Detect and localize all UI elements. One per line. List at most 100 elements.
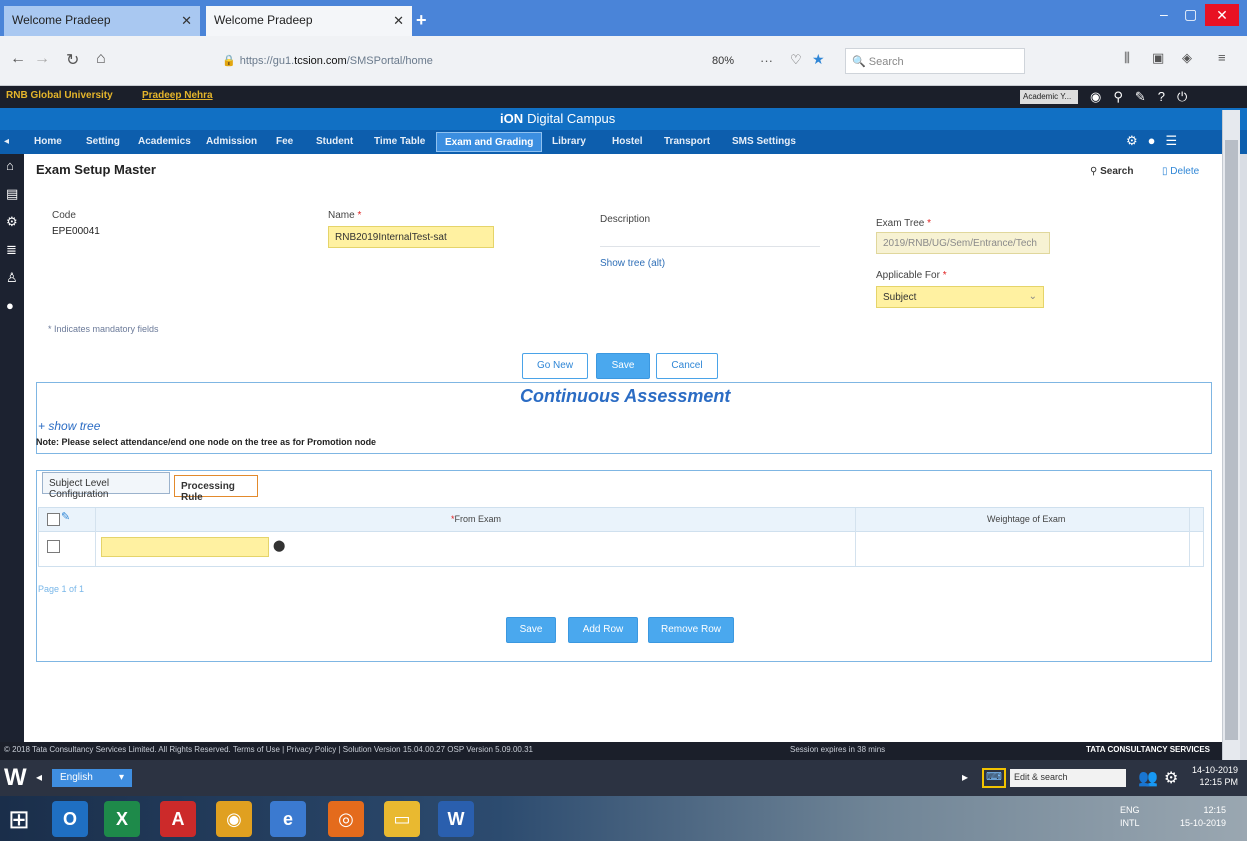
hamburger-menu-icon[interactable]: ≡ bbox=[1218, 50, 1226, 65]
menu-home[interactable]: Home bbox=[34, 136, 62, 147]
sidebar-settings-icon[interactable]: ⚙ bbox=[6, 214, 18, 230]
browser-tab-2[interactable]: Welcome Pradeep ✕ bbox=[206, 6, 412, 36]
pocket-icon[interactable]: ♡ bbox=[790, 52, 802, 68]
applicable-for-select[interactable]: Subject ⌄ bbox=[876, 286, 1044, 308]
menu-transport[interactable]: Transport bbox=[664, 136, 710, 147]
browser-tab-bar: Welcome Pradeep ✕ Welcome Pradeep ✕ + – … bbox=[0, 0, 1247, 36]
extension-icon[interactable]: ◈ bbox=[1182, 50, 1192, 66]
notification-icon[interactable]: ● bbox=[1148, 133, 1166, 148]
close-tab-icon[interactable]: ✕ bbox=[181, 13, 192, 29]
browser-navbar: ← → ↻ ⌂ 🔒 https://gu1.tcsion.com/SMSPorta… bbox=[0, 36, 1247, 86]
row-checkbox[interactable] bbox=[47, 540, 60, 553]
left-arrow-icon[interactable]: ◂ bbox=[36, 770, 42, 784]
new-tab-icon[interactable]: + bbox=[416, 10, 427, 31]
edit-icon[interactable]: ✎ bbox=[1135, 89, 1158, 104]
outlook-icon[interactable]: O bbox=[52, 801, 88, 837]
acrobat-icon[interactable]: A bbox=[160, 801, 196, 837]
internet-explorer-icon[interactable]: e bbox=[270, 801, 306, 837]
window-close-icon[interactable]: ✕ bbox=[1205, 4, 1239, 26]
show-tree-link[interactable]: Show tree (alt) bbox=[600, 258, 665, 269]
help-icon[interactable]: ? bbox=[1158, 89, 1177, 104]
sidebar-document-icon[interactable]: ▤ bbox=[6, 186, 18, 202]
name-input[interactable]: RNB2019InternalTest-sat bbox=[328, 226, 494, 248]
from-exam-input[interactable] bbox=[101, 537, 269, 557]
save-button[interactable]: Save bbox=[596, 353, 650, 379]
edit-column-icon[interactable]: ✎ bbox=[61, 510, 70, 523]
menu-setting[interactable]: Setting bbox=[86, 136, 120, 147]
exam-tree-input[interactable]: 2019/RNB/UG/Sem/Entrance/Tech bbox=[876, 232, 1050, 254]
word-icon[interactable]: W bbox=[4, 764, 27, 792]
header-search-icon[interactable]: ⚲ bbox=[1113, 89, 1135, 104]
select-all-checkbox[interactable] bbox=[47, 513, 60, 526]
page-actions-icon[interactable]: ··· bbox=[760, 53, 773, 68]
url-bar[interactable]: 🔒 https://gu1.tcsion.com/SMSPortal/home bbox=[218, 48, 738, 74]
reload-icon[interactable]: ↻ bbox=[66, 50, 79, 70]
maximize-icon[interactable]: ▢ bbox=[1184, 6, 1197, 23]
grid-save-button[interactable]: Save bbox=[506, 617, 556, 643]
power-icon[interactable]: ⏻ bbox=[1177, 89, 1199, 104]
go-new-button[interactable]: Go New bbox=[522, 353, 588, 379]
menu-admission[interactable]: Admission bbox=[206, 136, 257, 147]
word-taskbar-icon[interactable]: W bbox=[438, 801, 474, 837]
people-icon[interactable]: 👥 bbox=[1138, 768, 1158, 788]
file-explorer-icon[interactable]: ▭ bbox=[384, 801, 420, 837]
menu-library[interactable]: Library bbox=[552, 136, 586, 147]
processing-rule-grid: ✎ *From Exam Weightage of Exam ⬤ bbox=[38, 507, 1204, 567]
menu-exam-and-grading[interactable]: Exam and Grading bbox=[436, 132, 543, 152]
browser-search-input[interactable]: 🔍 Search bbox=[845, 48, 1025, 74]
sidebar-drop-icon[interactable]: ● bbox=[6, 298, 14, 313]
keyboard-icon[interactable]: ⌨ bbox=[982, 768, 1006, 788]
back-icon[interactable]: ← bbox=[10, 50, 26, 68]
menu-sms-settings[interactable]: SMS Settings bbox=[732, 136, 796, 147]
sidebar-user-icon[interactable]: ♙ bbox=[6, 270, 18, 286]
tab-subject-level-configuration[interactable]: Subject Level Configuration bbox=[42, 472, 170, 500]
tray-clock[interactable]: 12:15 15-10-2019 bbox=[1180, 804, 1226, 830]
show-tree-toggle[interactable]: + show tree bbox=[38, 419, 100, 433]
language-selector[interactable]: English ▾ bbox=[52, 769, 132, 787]
browser-tab-1[interactable]: Welcome Pradeep ✕ bbox=[4, 6, 200, 36]
windows-start-icon[interactable]: ⊞ bbox=[8, 804, 30, 835]
delete-action[interactable]: ▯ Delete bbox=[1162, 166, 1199, 177]
library-icon[interactable]: ⫼ bbox=[1124, 50, 1130, 66]
firefox-icon[interactable]: ◎ bbox=[328, 801, 364, 837]
zoom-level[interactable]: 80% bbox=[712, 55, 734, 67]
home-icon[interactable]: ⌂ bbox=[96, 50, 106, 68]
sidebar-home-icon[interactable]: ⌂ bbox=[6, 158, 14, 173]
cancel-button[interactable]: Cancel bbox=[656, 353, 718, 379]
page-scrollbar[interactable] bbox=[1222, 110, 1240, 760]
weightage-header: Weightage of Exam bbox=[987, 514, 1066, 524]
menu-student[interactable]: Student bbox=[316, 136, 353, 147]
chrome-icon[interactable]: ◉ bbox=[216, 801, 252, 837]
camera-icon[interactable]: ◉ bbox=[1090, 89, 1113, 104]
menu-academics[interactable]: Academics bbox=[138, 136, 191, 147]
list-icon[interactable]: ☰ bbox=[1166, 133, 1188, 148]
minimize-icon[interactable]: – bbox=[1160, 6, 1168, 22]
settings-gear-icon[interactable]: ⚙ bbox=[1126, 133, 1148, 148]
company-logo: TATA CONSULTANCY SERVICES bbox=[1086, 745, 1211, 754]
edit-search-input[interactable]: Edit & search bbox=[1010, 769, 1126, 787]
menu-fee[interactable]: Fee bbox=[276, 136, 293, 147]
add-row-button[interactable]: Add Row bbox=[568, 617, 638, 643]
sidebar-toggle-icon[interactable]: ▣ bbox=[1152, 50, 1164, 66]
brand-bar: iON Digital Campus bbox=[0, 108, 1247, 130]
menu-time-table[interactable]: Time Table bbox=[374, 136, 425, 147]
remove-row-button[interactable]: Remove Row bbox=[648, 617, 734, 643]
menu-left-arrow-icon[interactable]: ◂ bbox=[4, 136, 9, 147]
forward-icon[interactable]: → bbox=[34, 50, 50, 68]
sidebar-list-icon[interactable]: ≣ bbox=[6, 242, 17, 258]
tray-language[interactable]: ENG INTL bbox=[1120, 804, 1140, 830]
right-arrow-icon[interactable]: ▸ bbox=[962, 770, 968, 784]
scrollbar-thumb[interactable] bbox=[1225, 140, 1238, 740]
lookup-icon[interactable]: ⬤ bbox=[273, 539, 285, 552]
bookmark-star-icon[interactable]: ★ bbox=[812, 51, 825, 68]
close-tab-icon[interactable]: ✕ bbox=[393, 13, 404, 29]
settings-gear-icon[interactable]: ⚙ bbox=[1164, 768, 1178, 788]
description-input[interactable] bbox=[600, 246, 820, 247]
menu-icons: ⚙●☰ bbox=[1126, 133, 1187, 149]
tab-processing-rule[interactable]: Processing Rule bbox=[174, 475, 258, 503]
user-name-link[interactable]: Pradeep Nehra bbox=[142, 90, 213, 101]
excel-icon[interactable]: X bbox=[104, 801, 140, 837]
search-action[interactable]: ⚲ Search bbox=[1090, 166, 1133, 177]
menu-hostel[interactable]: Hostel bbox=[612, 136, 643, 147]
academic-year-select[interactable]: Academic Y... bbox=[1020, 90, 1078, 104]
